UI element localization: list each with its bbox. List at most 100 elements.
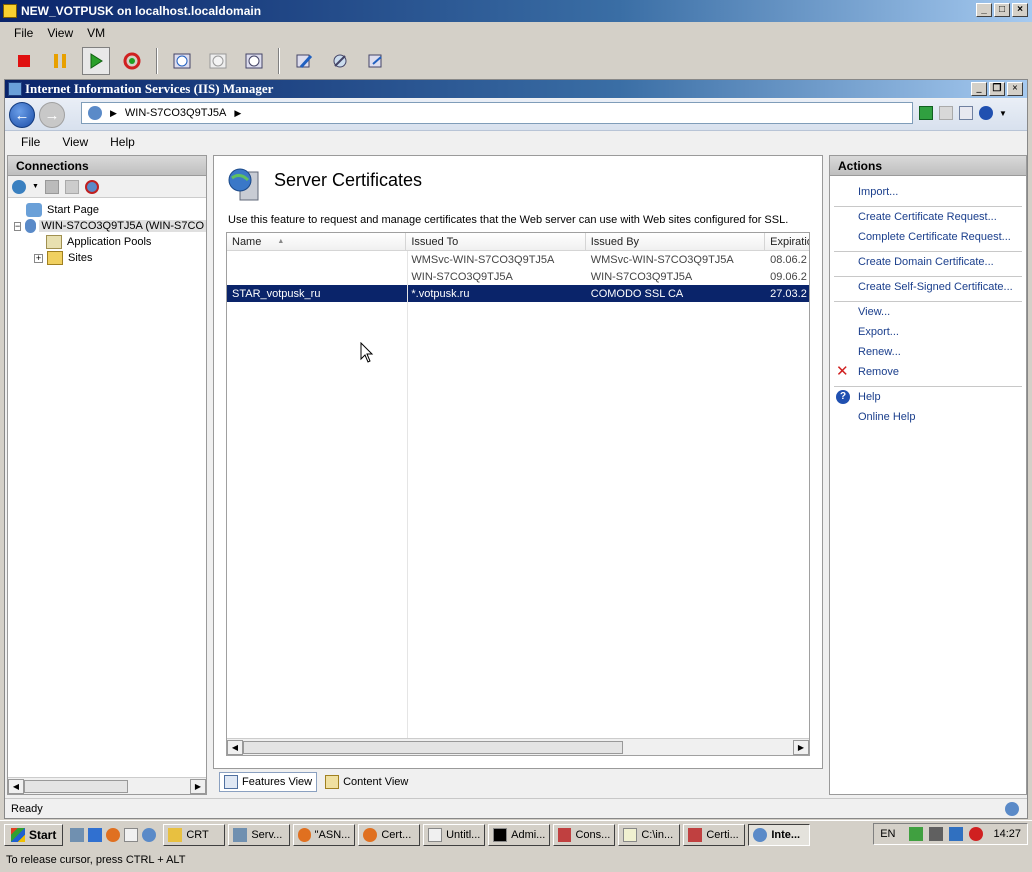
- scroll-right-button[interactable]: ▶: [793, 739, 809, 755]
- system-tray: EN 14:27: [873, 823, 1028, 845]
- vm-tools-icon[interactable]: [929, 827, 944, 841]
- scroll-left-button[interactable]: ◀: [8, 778, 24, 794]
- refresh-icon[interactable]: [919, 106, 933, 120]
- desktop-icon[interactable]: [88, 827, 103, 842]
- collapse-icon[interactable]: −: [14, 221, 22, 231]
- taskbar-item-cert[interactable]: Cert...: [358, 823, 421, 846]
- share-button[interactable]: [362, 47, 390, 75]
- action-online-help[interactable]: Online Help: [830, 407, 1026, 427]
- iis-manager-window: Internet Information Services (IIS) Mana…: [4, 79, 1028, 819]
- forward-button[interactable]: →: [39, 102, 65, 128]
- tree-item-label: Start Page: [47, 204, 99, 216]
- tools-button[interactable]: [326, 47, 354, 75]
- actions-header: Actions: [830, 156, 1026, 176]
- column-header-expiration[interactable]: Expiratio: [765, 233, 809, 250]
- menu-view[interactable]: View: [62, 135, 88, 149]
- vm-menu-vm[interactable]: VM: [87, 26, 105, 40]
- home-icon[interactable]: [959, 106, 973, 120]
- page-description: Use this feature to request and manage c…: [228, 214, 789, 226]
- iis-icon[interactable]: [142, 827, 157, 842]
- network-error-icon[interactable]: [969, 827, 984, 841]
- start-button[interactable]: Start: [4, 823, 64, 846]
- vm-menu-bar: File View VM: [0, 23, 1032, 43]
- chevron-down-icon[interactable]: ▼: [999, 109, 1007, 118]
- scroll-thumb[interactable]: [24, 779, 128, 793]
- network-icon[interactable]: [949, 827, 964, 841]
- scroll-thumb[interactable]: [243, 740, 623, 754]
- column-header-issued-by[interactable]: Issued By: [586, 233, 766, 250]
- help-icon[interactable]: [979, 106, 993, 120]
- taskbar-item-crt[interactable]: CRT: [163, 823, 226, 846]
- scroll-right-button[interactable]: ▶: [190, 778, 206, 794]
- shield-icon[interactable]: [909, 827, 924, 841]
- taskbar-item-admin[interactable]: Admi...: [488, 823, 551, 846]
- connections-hscrollbar[interactable]: ◀ ▶: [8, 777, 206, 794]
- iis-close-button[interactable]: ×: [1007, 82, 1023, 96]
- action-complete-certificate-request[interactable]: Complete Certificate Request...: [830, 227, 1026, 247]
- notepad-icon[interactable]: [124, 827, 139, 842]
- taskbar-item-asn[interactable]: "ASN...: [293, 823, 356, 846]
- pause-button[interactable]: [46, 47, 74, 75]
- table-row[interactable]: WMSvc-WIN-S7CO3Q9TJ5A WMSvc-WIN-S7CO3Q9T…: [227, 251, 809, 268]
- disconnect-icon[interactable]: [84, 179, 99, 194]
- taskbar-item-iis[interactable]: Inte...: [748, 823, 811, 846]
- action-create-certificate-request[interactable]: Create Certificate Request...: [830, 207, 1026, 227]
- chevron-down-icon[interactable]: ▼: [32, 183, 39, 190]
- up-icon[interactable]: [64, 179, 79, 194]
- snapshot-button[interactable]: [168, 47, 196, 75]
- table-row[interactable]: WIN-S7CO3Q9TJ5A WIN-S7CO3Q9TJ5A 09.06.2: [227, 268, 809, 285]
- cell-issued-by: COMODO SSL CA: [590, 287, 684, 300]
- tab-features-view[interactable]: Features View: [219, 772, 318, 792]
- firefox-icon[interactable]: [106, 827, 121, 842]
- action-help[interactable]: ? Help: [830, 387, 1026, 407]
- tree-item-application-pools[interactable]: Application Pools: [8, 234, 206, 250]
- stop-icon[interactable]: [939, 106, 953, 120]
- taskbar-item-untitled[interactable]: Untitl...: [423, 823, 486, 846]
- settings-button[interactable]: [290, 47, 318, 75]
- iis-minimize-button[interactable]: _: [971, 82, 987, 96]
- tab-content-view[interactable]: Content View: [321, 772, 412, 792]
- server-manager-icon[interactable]: [70, 827, 85, 842]
- iis-restore-button[interactable]: ❐: [989, 82, 1005, 96]
- scroll-left-button[interactable]: ◀: [227, 739, 243, 755]
- action-create-domain-certificate[interactable]: Create Domain Certificate...: [830, 252, 1026, 272]
- table-hscrollbar[interactable]: ◀ ▶: [227, 738, 809, 755]
- server-icon: [233, 827, 248, 842]
- expand-icon[interactable]: +: [34, 253, 43, 263]
- arrow-right-icon: →: [44, 106, 60, 124]
- taskbar-item-console[interactable]: Cons...: [553, 823, 616, 846]
- save-icon[interactable]: [44, 179, 59, 194]
- reset-button[interactable]: [118, 47, 146, 75]
- breadcrumb-server[interactable]: WIN-S7CO3Q9TJ5A: [125, 107, 226, 119]
- tree-item-start-page[interactable]: Start Page: [8, 202, 206, 218]
- revert-button[interactable]: [204, 47, 232, 75]
- stop-button[interactable]: [10, 47, 38, 75]
- table-row-selected[interactable]: STAR_votpusk_ru *.votpusk.ru COMODO SSL …: [227, 285, 809, 302]
- language-indicator[interactable]: EN: [880, 828, 895, 840]
- action-export[interactable]: Export...: [830, 322, 1026, 342]
- menu-help[interactable]: Help: [110, 135, 135, 149]
- taskbar-item-certificates[interactable]: Certi...: [683, 823, 746, 846]
- taskbar-item-path[interactable]: C:\in...: [618, 823, 681, 846]
- column-header-issued-to[interactable]: Issued To: [406, 233, 586, 250]
- vm-menu-file[interactable]: File: [14, 26, 33, 40]
- address-bar[interactable]: ▶ WIN-S7CO3Q9TJ5A ▶: [81, 102, 913, 124]
- action-view[interactable]: View...: [830, 302, 1026, 322]
- column-header-name[interactable]: Name ▲: [227, 233, 407, 250]
- maximize-button[interactable]: □: [994, 3, 1010, 17]
- action-remove[interactable]: ✕ Remove: [830, 362, 1026, 382]
- action-create-self-signed-certificate[interactable]: Create Self-Signed Certificate...: [830, 277, 1026, 297]
- close-button[interactable]: ×: [1012, 3, 1028, 17]
- tree-item-server[interactable]: − WIN-S7CO3Q9TJ5A (WIN-S7CO: [8, 218, 206, 234]
- back-button[interactable]: ←: [9, 102, 35, 128]
- connect-icon[interactable]: [12, 179, 26, 194]
- taskbar-item-server[interactable]: Serv...: [228, 823, 291, 846]
- tree-item-sites[interactable]: + Sites: [8, 250, 206, 266]
- minimize-button[interactable]: _: [976, 3, 992, 17]
- action-renew[interactable]: Renew...: [830, 342, 1026, 362]
- action-import[interactable]: Import...: [830, 182, 1026, 202]
- vm-menu-view[interactable]: View: [47, 26, 73, 40]
- menu-file[interactable]: File: [21, 135, 40, 149]
- snapshot-manager-button[interactable]: [240, 47, 268, 75]
- play-button[interactable]: [82, 47, 110, 75]
